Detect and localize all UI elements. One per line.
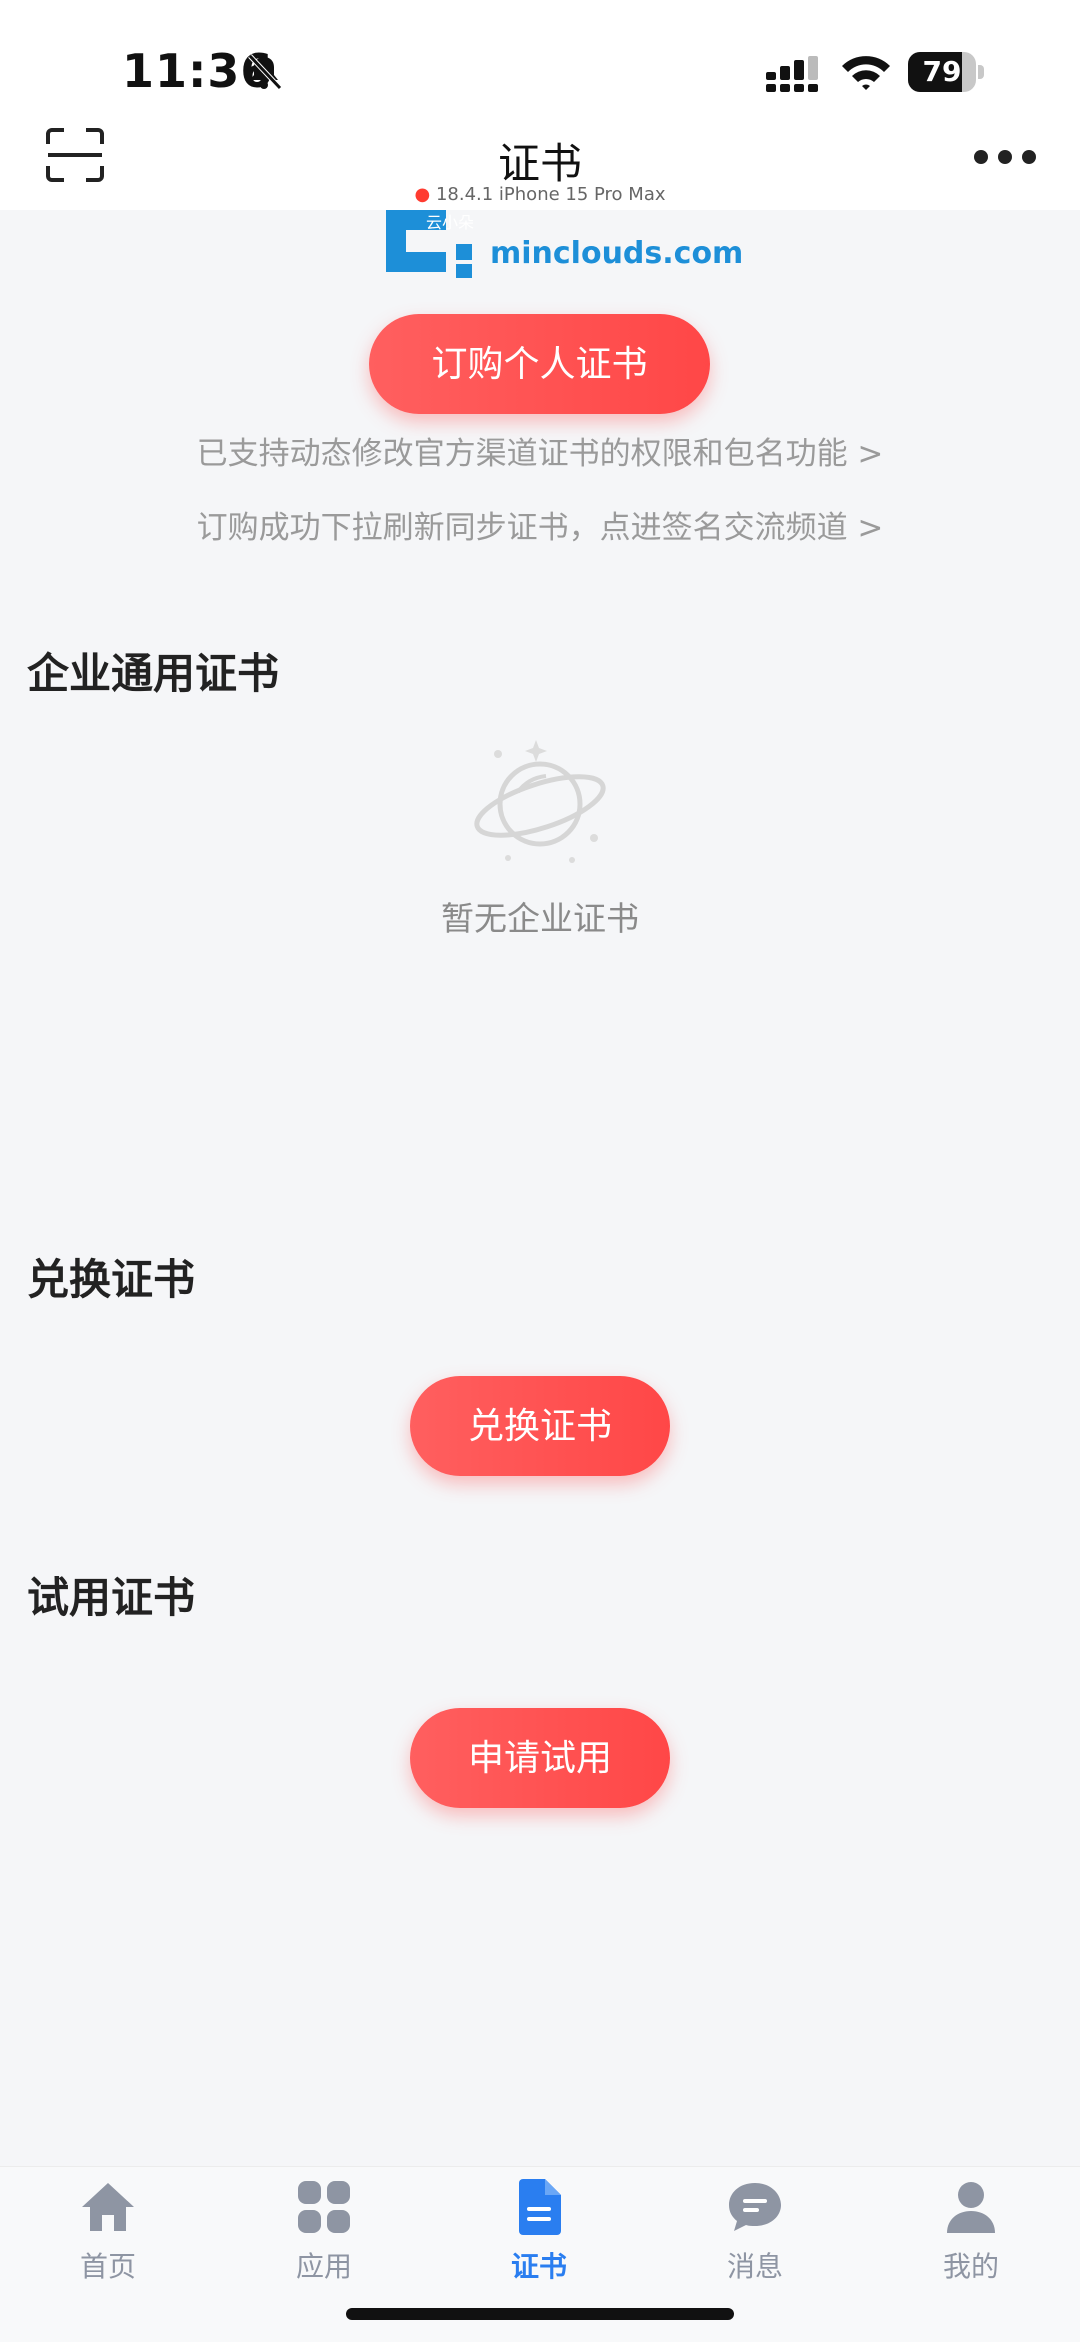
- home-icon: [82, 2183, 134, 2231]
- tab-profile[interactable]: 我的: [901, 2177, 1041, 2297]
- signal-icon: [766, 56, 818, 92]
- bell-slash-icon: [248, 54, 282, 90]
- document-icon: [519, 2179, 561, 2235]
- status-bar: 11:36 79: [0, 0, 1080, 140]
- permissions-link[interactable]: 已支持动态修改官方渠道证书的权限和包名功能 >: [0, 428, 1080, 473]
- logo-brand-small: 云小朵: [426, 213, 474, 232]
- chat-icon: [729, 2183, 781, 2231]
- empty-enterprise-text: 暂无企业证书: [441, 899, 639, 938]
- wifi-icon: [842, 56, 890, 90]
- redeem-cert-button[interactable]: 兑换证书: [410, 1376, 670, 1476]
- tab-apps[interactable]: 应用: [254, 2177, 394, 2297]
- tab-messages-label: 消息: [726, 2250, 783, 2283]
- trial-section-title: 试用证书: [27, 1573, 196, 1622]
- planet-icon: [474, 740, 606, 863]
- tab-messages[interactable]: 消息: [685, 2177, 825, 2297]
- tab-profile-label: 我的: [942, 2250, 999, 2283]
- battery-icon: 79: [908, 52, 986, 92]
- tab-apps-label: 应用: [295, 2250, 352, 2283]
- home-indicator: [346, 2308, 734, 2320]
- battery-level: 79: [922, 55, 962, 88]
- redeem-section-title: 兑换证书: [27, 1255, 196, 1304]
- more-icon[interactable]: [972, 148, 1038, 166]
- page-title: 证书: [497, 139, 582, 188]
- device-info: ● 18.4.1 iPhone 15 Pro Max: [0, 184, 1080, 205]
- tab-certificates[interactable]: 证书: [469, 2177, 609, 2297]
- apple-icon: ●: [414, 184, 431, 205]
- user-icon: [947, 2182, 995, 2233]
- device-info-text: 18.4.1 iPhone 15 Pro Max: [435, 184, 666, 205]
- logo-domain: minclouds.com: [490, 236, 744, 271]
- buy-personal-cert-button[interactable]: 订购个人证书: [369, 314, 710, 414]
- tab-certificates-label: 证书: [510, 2250, 567, 2283]
- apps-icon: [298, 2181, 350, 2233]
- tab-home-label: 首页: [79, 2250, 136, 2283]
- apply-trial-button[interactable]: 申请试用: [410, 1708, 670, 1808]
- tab-home[interactable]: 首页: [38, 2177, 178, 2297]
- sync-cert-link[interactable]: 订购成功下拉刷新同步证书，点进签名交流频道 >: [0, 502, 1080, 547]
- enterprise-section-title: 企业通用证书: [27, 649, 280, 698]
